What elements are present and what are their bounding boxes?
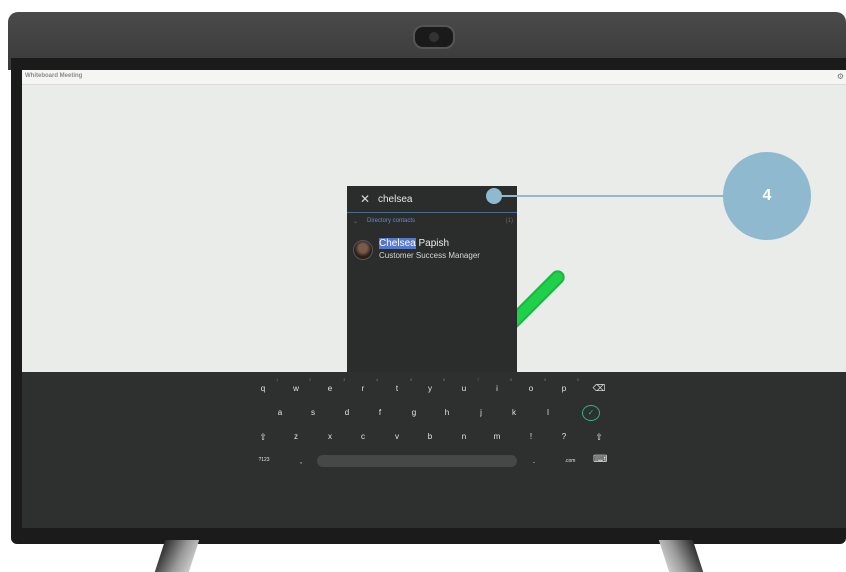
key-a[interactable]: a — [273, 408, 287, 417]
contact-list-item[interactable]: Chelsea Papish Customer Success Manager — [353, 236, 513, 264]
key-hint: 9 — [544, 377, 547, 382]
key-l[interactable]: l — [541, 408, 555, 417]
key-p[interactable]: p — [557, 384, 571, 393]
key-hint: 6 — [443, 377, 446, 382]
key-hint: 4 — [376, 377, 379, 382]
key-j[interactable]: j — [474, 408, 488, 417]
key-r[interactable]: r — [356, 384, 370, 393]
backspace-icon[interactable]: ⌫ — [592, 383, 606, 394]
callout-badge: 4 — [723, 152, 811, 240]
key-hint: 2 — [309, 377, 312, 382]
directory-section-header[interactable]: ⌄ Directory contacts (1) — [353, 218, 513, 228]
avatar — [353, 240, 373, 260]
close-icon[interactable]: ✕ — [360, 192, 370, 206]
key-hint: 1 — [276, 377, 279, 382]
key-g[interactable]: g — [407, 408, 421, 417]
contact-name: Chelsea Papish — [379, 238, 449, 249]
key-hint: 7 — [477, 377, 480, 382]
section-label: Directory contacts — [367, 218, 416, 224]
screen: Whiteboard Meeting ⚙ ✕ ⌄ Directory conta… — [22, 70, 846, 528]
callout-dot — [486, 188, 502, 204]
key-question[interactable]: ? — [557, 432, 571, 441]
key-comma[interactable]: , — [294, 456, 308, 465]
key-hint: 5 — [410, 377, 413, 382]
key-e[interactable]: e — [323, 384, 337, 393]
camera-icon — [413, 25, 455, 49]
key-y[interactable]: y — [423, 384, 437, 393]
key-s[interactable]: s — [306, 408, 320, 417]
key-x[interactable]: x — [323, 432, 337, 441]
contact-title: Customer Success Manager — [379, 251, 480, 260]
window-title: Whiteboard Meeting — [25, 73, 83, 79]
contact-name-rest: Papish — [415, 238, 450, 249]
key-period[interactable]: . — [527, 456, 541, 465]
title-bar: Whiteboard Meeting ⚙ — [22, 70, 846, 85]
keyboard-icon[interactable]: ⌨ — [593, 454, 607, 465]
key-w[interactable]: w — [289, 384, 303, 393]
key-z[interactable]: z — [289, 432, 303, 441]
contact-name-match: Chelsea — [379, 238, 416, 249]
search-input[interactable] — [378, 191, 488, 207]
search-panel: ✕ ⌄ Directory contacts (1) Chelsea Papis… — [347, 186, 517, 376]
key-exclaim[interactable]: ! — [524, 432, 538, 441]
callout-line — [495, 195, 740, 197]
key-hint: 0 — [577, 377, 580, 382]
key-n[interactable]: n — [457, 432, 471, 441]
key-b[interactable]: b — [423, 432, 437, 441]
key-o[interactable]: o — [524, 384, 538, 393]
gear-icon[interactable]: ⚙ — [837, 72, 844, 81]
on-screen-keyboard: q w e r t y u i o p 1 2 3 4 5 6 7 8 9 0 … — [22, 372, 846, 528]
camera-lens — [429, 32, 439, 42]
chevron-down-icon: ⌄ — [353, 219, 359, 225]
key-c[interactable]: c — [356, 432, 370, 441]
stand-left — [154, 540, 200, 572]
key-i[interactable]: i — [490, 384, 504, 393]
key-u[interactable]: u — [457, 384, 471, 393]
section-count: (1) — [505, 218, 513, 224]
spacebar[interactable] — [317, 455, 517, 467]
key-f[interactable]: f — [373, 408, 387, 417]
key-k[interactable]: k — [507, 408, 521, 417]
shift-icon[interactable]: ⇧ — [256, 432, 270, 443]
key-t[interactable]: t — [390, 384, 404, 393]
key-h[interactable]: h — [440, 408, 454, 417]
key-v[interactable]: v — [390, 432, 404, 441]
check-circle-icon[interactable]: ✓ — [582, 405, 600, 421]
shift-icon[interactable]: ⇧ — [592, 432, 606, 443]
key-q[interactable]: q — [256, 384, 270, 393]
key-hint: 8 — [510, 377, 513, 382]
key-d[interactable]: d — [340, 408, 354, 417]
key-dotcom[interactable]: .com — [560, 458, 580, 464]
stand-right — [658, 540, 704, 572]
key-m[interactable]: m — [490, 432, 504, 441]
key-hint: 3 — [343, 377, 346, 382]
key-symbols[interactable]: ?123 — [254, 457, 274, 463]
